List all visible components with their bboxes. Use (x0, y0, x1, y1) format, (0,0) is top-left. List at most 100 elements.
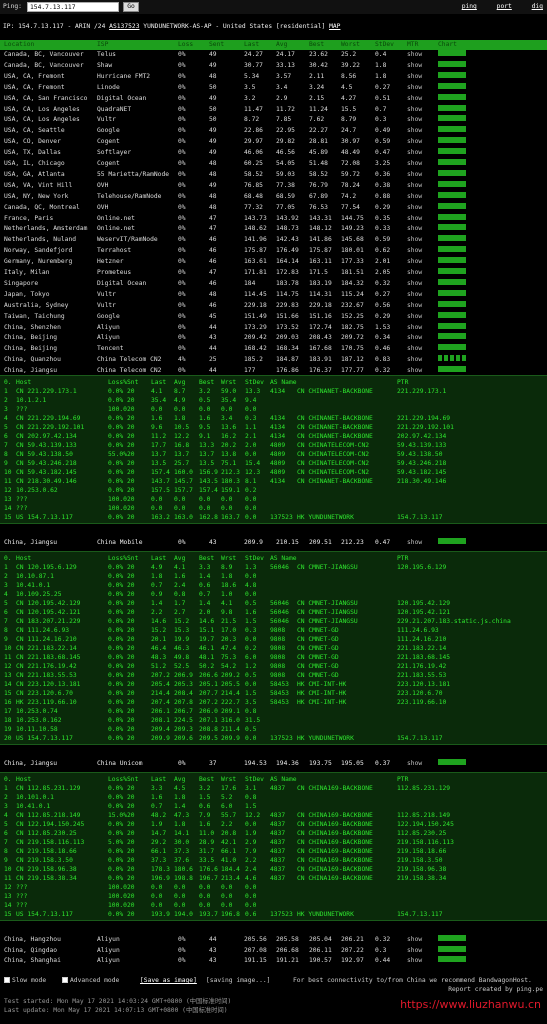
node-location: USA, CA, Fremont (4, 72, 65, 80)
mtr-show-link[interactable]: show (407, 224, 422, 234)
save-image-link[interactable]: [Save as image] (140, 977, 197, 984)
mtr-cell: CN 219.158.116.113 (16, 839, 85, 846)
mtr-show-link[interactable]: show (407, 105, 422, 115)
mtr-header-col: Loss% (108, 379, 127, 386)
mtr-show-link[interactable]: show (407, 312, 422, 322)
report-credit: Report created by ping.pe (448, 986, 543, 993)
mtr-show-link[interactable]: show (407, 344, 422, 354)
node-row: China, Jiangsu China Mobile 0% 43 209.9 210.1… (0, 538, 547, 548)
mtr-show-link[interactable]: show (407, 290, 422, 300)
node-worst: 152.25 (341, 312, 364, 320)
mtr-show-link[interactable]: show (407, 301, 422, 311)
mtr-show-link[interactable]: show (407, 257, 422, 267)
mtr-cell: 4837 (270, 866, 286, 873)
mtr-show-link[interactable]: show (407, 83, 422, 93)
mtr-cell: 0.9 (151, 591, 163, 598)
node-row: USA, CA, San Francisco Digital Ocean 0% 49 3… (0, 93, 547, 104)
mtr-show-link[interactable]: show (407, 170, 422, 180)
node-isp: Aliyun (97, 936, 120, 943)
mtr-show-link[interactable]: show (407, 323, 422, 333)
mtr-cell: 0.0 (199, 505, 211, 512)
mtr-show-link[interactable]: show (407, 72, 422, 82)
mtr-show-link[interactable]: show (407, 181, 422, 191)
chart-bar (438, 93, 466, 100)
node-row: China, Beijing Aliyun 0% 43 209.42 209.03 208.… (0, 333, 547, 343)
dig-link[interactable]: dig (532, 3, 543, 10)
mtr-show-link[interactable]: show (407, 50, 422, 60)
mtr-show-link[interactable]: show (407, 956, 422, 966)
node-last: 168.42 (244, 345, 267, 353)
mtr-cell: ??? (16, 884, 28, 891)
advanced-mode-checkbox[interactable] (62, 977, 68, 983)
mtr-cell: 0.2 (245, 487, 257, 494)
map-link[interactable]: MAP (329, 23, 340, 30)
mtr-show-link[interactable]: show (407, 268, 422, 278)
node-sent: 46 (209, 279, 217, 287)
mtr-show-link[interactable]: show (407, 279, 422, 289)
as-link[interactable]: AS137523 (109, 23, 139, 30)
mtr-cell: 0.6 (199, 803, 211, 810)
node-row: France, Paris Online.net 0% 47 143.73 143.92 1… (0, 213, 547, 224)
node-best: 205.04 (309, 936, 332, 943)
mtr-show-link[interactable]: show (407, 946, 422, 956)
mtr-cell: 3.2 (199, 785, 211, 792)
mtr-hop-row: 9 CN 219.158.3.50 0.0% 20 37.3 37.6 33.5 41.0 2.… (0, 856, 547, 865)
mtr-header-col: 0. (4, 379, 12, 386)
mtr-cell: 205.5 (221, 681, 240, 688)
node-loss: 0% (178, 61, 186, 69)
mtr-show-link[interactable]: show (407, 61, 422, 71)
node-loss: 0% (178, 290, 186, 298)
node-sent: 46 (209, 247, 217, 255)
node-sent: 44 (209, 936, 217, 943)
slow-mode-toggle[interactable]: Slow mode (4, 977, 46, 984)
node-stdev: 0.33 (375, 225, 391, 233)
ping-link[interactable]: ping (462, 3, 477, 10)
mtr-cell: 2.9 (245, 839, 257, 846)
mtr-hop-row: 14??? 100.0 20 0.0 0.0 0.0 0.0 0.0 (0, 901, 547, 910)
mtr-show-link[interactable]: show (407, 935, 422, 945)
mtr-show-link[interactable]: show (407, 192, 422, 202)
mtr-cell: 9808 (270, 636, 286, 643)
mtr-cell: CN 59.43.246.218 (16, 460, 77, 467)
mtr-show-link[interactable]: show (407, 137, 422, 147)
mtr-show-link[interactable]: show (407, 333, 422, 343)
mtr-show-link[interactable]: show (407, 759, 422, 769)
mtr-show-link[interactable]: show (407, 246, 422, 256)
ping-host-input[interactable] (27, 2, 119, 12)
node-row: China, Jiangsu China Unicom 0% 37 194.53 194.… (0, 759, 547, 769)
mtr-cell: 12 (4, 487, 12, 494)
mtr-cell: 4.5 (174, 785, 186, 792)
mtr-show-link[interactable]: show (407, 148, 422, 158)
mtr-cell: 0.0% (108, 857, 124, 864)
mtr-show-link[interactable]: show (407, 203, 422, 213)
mtr-cell: 1.9 (245, 830, 257, 837)
mtr-cell: 221.183.22.14 (397, 645, 447, 652)
go-button[interactable]: Go (123, 2, 139, 12)
mtr-cell: 0.0% (108, 591, 124, 598)
mtr-show-link[interactable]: show (407, 235, 422, 245)
mtr-cell: 157.4 (199, 487, 218, 494)
node-last: 209.9 (244, 539, 263, 546)
mtr-cell: 15 (4, 514, 12, 521)
slow-mode-checkbox[interactable] (4, 977, 10, 983)
mtr-cell: 1.5 (199, 794, 211, 801)
mtr-cell: 6 (4, 433, 8, 440)
mtr-header-col: Avg (174, 379, 186, 386)
mtr-show-link[interactable]: show (407, 115, 422, 125)
node-best: 183.91 (309, 356, 332, 364)
mtr-show-link[interactable]: show (407, 538, 422, 548)
mtr-cell: 1.4 (199, 600, 211, 607)
mtr-show-link[interactable]: show (407, 94, 422, 104)
chart-bar (438, 191, 466, 198)
mtr-cell: 6.0 (221, 803, 233, 810)
mtr-cell: 2.7 (174, 609, 186, 616)
mtr-show-link[interactable]: show (407, 159, 422, 169)
node-loss: 0% (178, 312, 186, 320)
mtr-show-link[interactable]: show (407, 355, 422, 365)
port-link[interactable]: port (497, 3, 512, 10)
mtr-show-link[interactable]: show (407, 214, 422, 224)
node-isp: Digital Ocean (97, 94, 147, 102)
mtr-cell: 0.0% (108, 875, 124, 882)
advanced-mode-toggle[interactable]: Advanced mode (62, 977, 119, 984)
mtr-show-link[interactable]: show (407, 126, 422, 136)
